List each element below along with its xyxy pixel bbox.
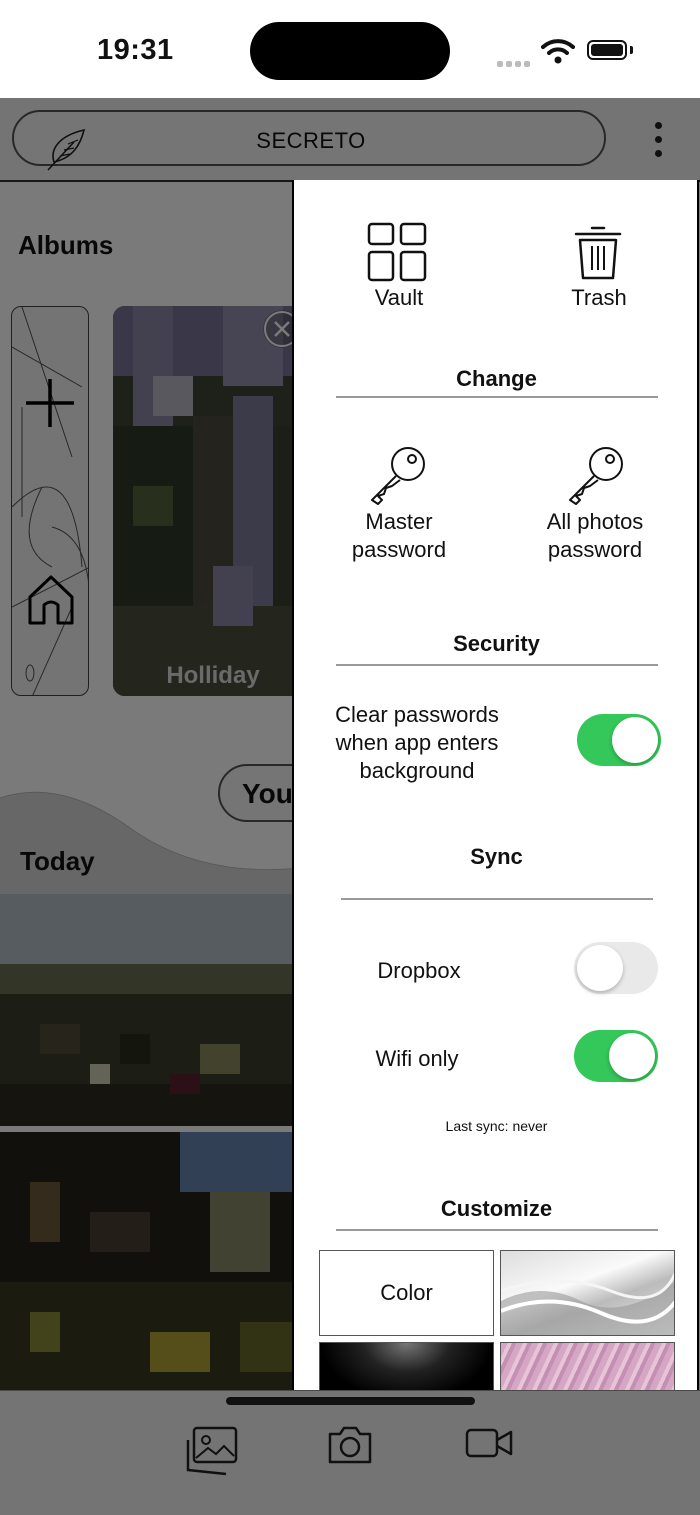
- home-icon: [28, 575, 74, 625]
- home-indicator: [226, 1397, 475, 1405]
- photo-thumbnail[interactable]: [0, 1132, 300, 1392]
- settings-menu: Vault Trash Change Master password All p…: [292, 180, 699, 1390]
- change-heading: Change: [456, 366, 537, 391]
- album-name: Holliday: [166, 662, 260, 689]
- toggle-knob: [612, 717, 658, 763]
- pink-fur-theme-tile[interactable]: [500, 1342, 675, 1390]
- status-time: 19:31: [97, 34, 174, 66]
- today-heading: Today: [20, 846, 95, 876]
- master-password-label-line1: Master: [365, 509, 433, 534]
- album-card-holliday[interactable]: Holliday: [113, 306, 313, 696]
- key-icon: [569, 447, 623, 505]
- cellular-signal-icon: [497, 54, 533, 72]
- security-divider: [336, 664, 658, 666]
- wifi-only-toggle[interactable]: [574, 1030, 658, 1082]
- plus-icon: [26, 379, 74, 427]
- you-pill-label: You: [242, 778, 293, 809]
- photo-image: [0, 1132, 300, 1392]
- battery-icon: [587, 40, 627, 60]
- clear-passwords-toggle[interactable]: [577, 714, 661, 766]
- add-card-decoration: [12, 307, 88, 695]
- top-bar: SECRETO: [0, 98, 700, 182]
- video-icon[interactable]: [465, 1426, 513, 1460]
- dynamic-island: [250, 22, 450, 80]
- wifi-icon: [541, 39, 575, 64]
- master-password-button[interactable]: Master password: [324, 442, 474, 562]
- customize-heading: Customize: [440, 1196, 553, 1221]
- title-pill[interactable]: SECRETO: [12, 110, 606, 171]
- vault-label: Vault: [374, 285, 424, 310]
- photos-icon[interactable]: [184, 1426, 240, 1476]
- dropbox-toggle[interactable]: [574, 942, 658, 994]
- clear-passwords-label-line3: background: [359, 758, 475, 783]
- camera-icon[interactable]: [328, 1426, 372, 1464]
- grid-icon: [367, 222, 427, 282]
- wave-theme-tile[interactable]: [500, 1250, 675, 1336]
- album-thumbnail: [113, 306, 313, 696]
- trash-label: Trash: [571, 285, 627, 310]
- battery-tip: [630, 46, 633, 54]
- security-heading: Security: [453, 631, 540, 656]
- add-album-card[interactable]: [11, 306, 89, 696]
- key-icon: [371, 447, 425, 505]
- all-photos-password-label-line2: password: [547, 537, 643, 562]
- toggle-knob: [577, 945, 623, 991]
- photo-thumbnail[interactable]: [0, 894, 300, 1126]
- toggle-knob: [609, 1033, 655, 1079]
- all-photos-password-button[interactable]: All photos password: [520, 442, 670, 562]
- more-vertical-icon[interactable]: [650, 122, 666, 164]
- status-bar: 19:31: [0, 0, 700, 98]
- change-divider: [336, 396, 658, 398]
- clear-passwords-label-line2: when app enters: [335, 730, 499, 755]
- color-tile-label: Color: [380, 1280, 433, 1305]
- sync-divider: [341, 898, 653, 900]
- trash-icon: [574, 226, 622, 280]
- vault-button[interactable]: Vault: [334, 220, 464, 315]
- all-photos-password-label-line1: All photos: [546, 509, 644, 534]
- master-password-label-line2: password: [351, 537, 447, 562]
- dark-theme-tile[interactable]: [319, 1342, 494, 1390]
- app-title: SECRETO: [256, 128, 366, 153]
- wave-pattern: [501, 1271, 674, 1335]
- last-sync-text: Last sync: never: [445, 1118, 548, 1134]
- sync-heading: Sync: [470, 844, 523, 869]
- customize-divider: [336, 1229, 658, 1231]
- photo-image: [0, 894, 300, 1126]
- tab-bar: [0, 1390, 700, 1515]
- clear-passwords-label-line1: Clear passwords: [335, 702, 499, 727]
- trash-button[interactable]: Trash: [534, 220, 664, 315]
- color-theme-tile[interactable]: Color: [319, 1250, 494, 1336]
- albums-heading: Albums: [18, 230, 114, 260]
- dropbox-label: Dropbox: [377, 958, 461, 983]
- wifi-only-label: Wifi only: [375, 1046, 459, 1071]
